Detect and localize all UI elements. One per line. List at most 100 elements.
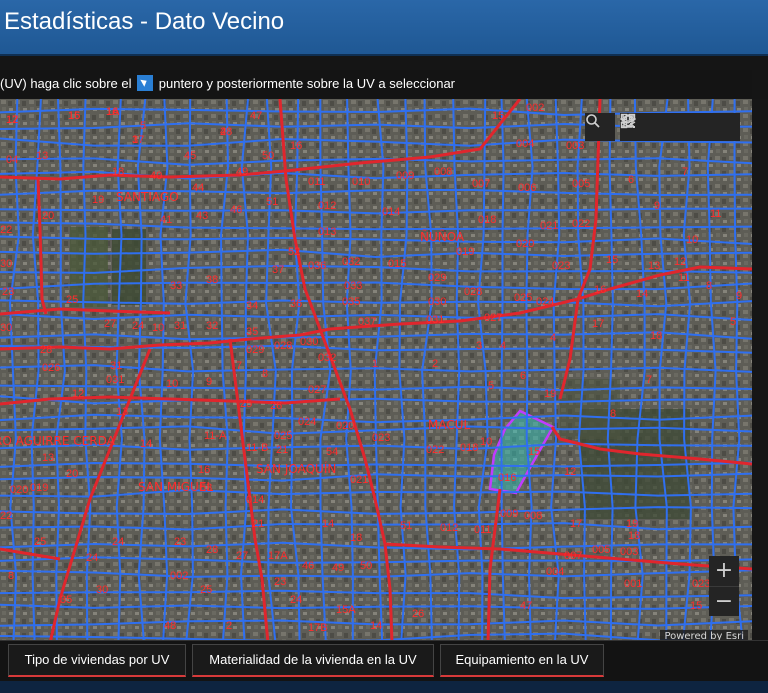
uv-label: 023 (552, 260, 570, 272)
uv-label: 24 (112, 536, 124, 548)
page-title: Estadísticas - Dato Vecino (4, 8, 285, 35)
uv-label: 001 (624, 578, 642, 590)
uv-label: 25 (34, 536, 46, 548)
uv-label: 020 (336, 420, 354, 432)
uv-label: 31 (110, 360, 122, 372)
uv-label: 8 (706, 280, 712, 292)
uv-label: 029 (246, 344, 264, 356)
uv-label: 15 (690, 600, 702, 612)
uv-label: 007 (472, 178, 490, 190)
uv-label: 14 (370, 620, 382, 632)
uv-label: 011 (308, 176, 326, 188)
uv-label: 031 (426, 314, 444, 326)
uv-label: 13 (648, 260, 660, 272)
uv-label: 21 (252, 518, 264, 530)
uv-label: 009 (500, 508, 518, 520)
legend-list-icon[interactable] (622, 113, 680, 141)
uv-label: 032 (318, 352, 336, 364)
uv-label: 12 (564, 466, 576, 478)
uv-label: 17 (592, 318, 604, 330)
uv-label: 27 (104, 318, 116, 330)
uv-label: 18 (628, 530, 640, 542)
uv-label: 2 (220, 126, 226, 138)
uv-label: 26 (270, 400, 282, 412)
uv-label: 008 (434, 166, 452, 178)
uv-label: 28 (40, 344, 52, 356)
uv-label: 4 (500, 340, 506, 352)
uv-label: 9 (736, 290, 742, 302)
uv-label: 010 (352, 176, 370, 188)
uv-label: 7 (236, 360, 242, 372)
uv-label: 020 (516, 238, 534, 250)
uv-label: 49 (236, 166, 248, 178)
tab-materialidad[interactable]: Materialidad de la vivienda en la UV (192, 644, 434, 677)
uv-label: 46 (230, 204, 242, 216)
instruction-text-after: puntero y posteriormente sobre la UV a s… (158, 76, 456, 91)
uv-label: 019 (30, 482, 48, 494)
uv-label: 8 (8, 570, 14, 582)
uv-label: 020 (10, 484, 28, 496)
uv-label: 5 (730, 316, 736, 328)
zoom-out-button[interactable]: − (709, 586, 739, 617)
uv-label: 31 (174, 320, 186, 332)
uv-label: 15 (528, 446, 540, 458)
uv-label: 47 (520, 600, 532, 612)
map-tools-toolbar (620, 113, 740, 141)
uv-label: 37 (272, 264, 284, 276)
uv-label: 43 (196, 210, 208, 222)
uv-label: 13 (116, 406, 128, 418)
uv-label: 16 (68, 110, 80, 122)
uv-label: 2 (432, 358, 438, 370)
zoom-in-button[interactable]: + (709, 556, 739, 586)
uv-label: 44 (192, 182, 204, 194)
uv-label: 14 (140, 438, 152, 450)
uv-label: 2 (226, 620, 232, 632)
uv-label: 037 (358, 316, 376, 328)
uv-label: 13 (36, 150, 48, 162)
tab-equipamiento[interactable]: Equipamiento en la UV (440, 644, 604, 677)
uv-label: 15 (606, 254, 618, 266)
bottom-bar (0, 681, 768, 693)
uv-label: 9 (206, 376, 212, 388)
uv-label: 19 (544, 388, 556, 400)
uv-label: 018 (478, 214, 496, 226)
search-icon[interactable] (585, 113, 615, 141)
uv-label: 028 (464, 286, 482, 298)
uv-label: 6 (520, 370, 526, 382)
commune-label: ÑUÑOA (420, 229, 465, 244)
uv-label: 13 (42, 452, 54, 464)
tab-tipo-viviendas[interactable]: Tipo de viviendas por UV (8, 644, 186, 677)
uv-label: 015 (388, 258, 406, 270)
uv-label: 4 (550, 332, 556, 344)
instruction-bar: (UV) haga clic sobre el puntero y poster… (0, 70, 752, 98)
tab-bar: Tipo de viviendas por UV Materialidad de… (0, 640, 768, 681)
uv-label: 23 (174, 536, 186, 548)
map-canvas[interactable]: 12 15 1617484700215004 0031304545 5016011 010… (0, 99, 752, 643)
uv-label: 12 (72, 388, 84, 400)
uv-label: 6 (628, 174, 634, 186)
uv-label: 27 (236, 550, 248, 562)
uv-label: 11-A (204, 430, 227, 442)
uv-label: 32 (206, 320, 218, 332)
commune-label: MACUL (428, 418, 471, 432)
uv-label: 018 (460, 442, 478, 454)
uv-label: 10 (166, 378, 178, 390)
uv-label: 7 (646, 374, 652, 386)
uv-label: 15 (492, 110, 504, 122)
uv-label: 003 (620, 546, 638, 558)
uv-label: 50 (360, 560, 372, 572)
commune-label: RO AGUIRRE CERDA (0, 434, 116, 448)
uv-label: 7 (682, 166, 688, 178)
qr-code-icon[interactable] (620, 113, 740, 141)
uv-label: 21 (276, 444, 288, 456)
uv-label: 26 (412, 608, 424, 620)
uv-label: 012 (440, 522, 458, 534)
layers-icon[interactable] (620, 113, 710, 141)
uv-label: 18 (112, 166, 124, 178)
uv-label: 23 (274, 576, 286, 588)
uv-label: 024 (298, 416, 316, 428)
uv-label: 028 (274, 340, 292, 352)
uv-label: 024 (536, 296, 554, 308)
map-view[interactable]: 12 15 16 17 48 47 002 15 004 003 13 04 5 45 50 16 011 010… (0, 99, 752, 643)
pointer-select-icon[interactable] (137, 75, 154, 91)
